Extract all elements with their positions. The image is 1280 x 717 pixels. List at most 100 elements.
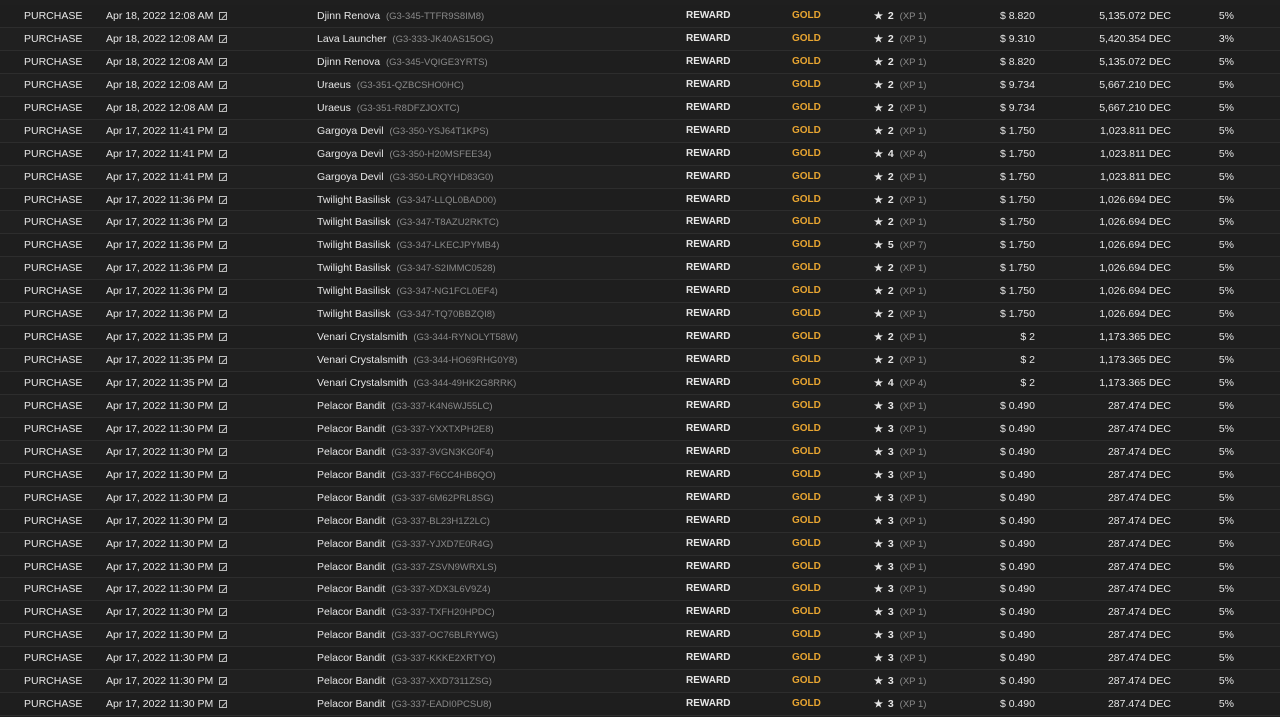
transaction-type: PURCHASE [24, 445, 83, 458]
card-name[interactable]: Pelacor Bandit [317, 698, 385, 710]
card-name[interactable]: Gargoya Devil [317, 171, 384, 183]
external-link-icon[interactable] [219, 700, 228, 709]
card-name[interactable]: Lava Launcher [317, 33, 386, 45]
card-name[interactable]: Djinn Renova [317, 56, 380, 68]
external-link-icon[interactable] [219, 562, 228, 571]
external-link-icon[interactable] [219, 195, 228, 204]
table-row: PURCHASE Apr 17, 2022 11:30 PM Pelacor B… [0, 624, 1280, 648]
foil-label: GOLD [792, 514, 821, 526]
external-link-icon[interactable] [219, 677, 228, 686]
external-link-icon[interactable] [219, 539, 228, 548]
card-name[interactable]: Twilight Basilisk [317, 285, 391, 297]
date-text: Apr 17, 2022 11:36 PM [106, 193, 214, 206]
external-link-icon[interactable] [219, 356, 228, 365]
foil-label: GOLD [792, 377, 821, 388]
external-link-icon[interactable] [219, 12, 228, 20]
card-name[interactable]: Gargoya Devil [317, 125, 384, 137]
card-name[interactable]: Venari Crystalsmith [317, 377, 407, 389]
fee-percent: 5% [1218, 606, 1234, 619]
external-link-icon[interactable] [219, 470, 228, 479]
level-value: 2 [887, 10, 894, 22]
price-dec: 287.474 DEC [1107, 445, 1171, 458]
card-name[interactable]: Djinn Renova [317, 10, 380, 22]
external-link-icon[interactable] [219, 447, 228, 456]
card-name[interactable]: Venari Crystalsmith [317, 331, 407, 343]
table-row: PURCHASE Apr 17, 2022 11:30 PM Pelacor B… [0, 578, 1280, 602]
edition-label: REWARD [686, 10, 731, 21]
transaction-type: PURCHASE [24, 491, 83, 504]
card-name[interactable]: Pelacor Bandit [317, 400, 385, 412]
table-row: PURCHASE Apr 17, 2022 11:35 PM Venari Cr… [0, 349, 1280, 372]
price-dec: 287.474 DEC [1107, 583, 1171, 596]
external-link-icon[interactable] [219, 264, 228, 273]
card-id: (G3-337-EADI0PCSU8) [391, 699, 492, 711]
edition-label: REWARD [686, 514, 731, 526]
card-name[interactable]: Twilight Basilisk [317, 239, 391, 251]
card-id: (G3-337-BL23H1Z2LC) [391, 515, 490, 527]
external-link-icon[interactable] [219, 333, 228, 342]
card-name[interactable]: Pelacor Bandit [317, 446, 385, 458]
card-cell: Pelacor Bandit (G3-337-3VGN3KG0F4) [317, 441, 494, 464]
external-link-icon[interactable] [219, 608, 228, 617]
external-link-icon[interactable] [219, 401, 228, 410]
price-dec: 287.474 DEC [1107, 422, 1171, 435]
transaction-date: Apr 17, 2022 11:35 PM [106, 326, 228, 348]
price-usd: $ 0.490 [999, 560, 1035, 573]
table-row: PURCHASE Apr 17, 2022 11:36 PM Twilight … [0, 234, 1280, 258]
external-link-icon[interactable] [219, 654, 228, 663]
external-link-icon[interactable] [219, 379, 228, 387]
card-name[interactable]: Pelacor Bandit [317, 515, 385, 527]
external-link-icon[interactable] [219, 57, 228, 66]
card-name[interactable]: Pelacor Bandit [317, 652, 385, 664]
level-value: 2 [887, 55, 894, 68]
external-link-icon[interactable] [219, 287, 228, 296]
external-link-icon[interactable] [219, 80, 228, 89]
card-cell: Djinn Renova (G3-345-VQIGE3YRTS) [317, 51, 488, 74]
external-link-icon[interactable] [219, 34, 228, 43]
card-name[interactable]: Uraeus [317, 79, 351, 91]
xp-value: (XP 1) [899, 194, 927, 206]
card-name[interactable]: Pelacor Bandit [317, 583, 385, 595]
card-name[interactable]: Uraeus [317, 102, 351, 114]
card-name[interactable]: Venari Crystalsmith [317, 354, 407, 366]
date-text: Apr 17, 2022 11:36 PM [106, 308, 214, 321]
external-link-icon[interactable] [219, 585, 228, 594]
external-link-icon[interactable] [219, 241, 228, 250]
card-name[interactable]: Gargoya Devil [317, 148, 384, 160]
card-name[interactable]: Pelacor Bandit [317, 561, 385, 573]
card-name[interactable]: Twilight Basilisk [317, 216, 391, 228]
card-name[interactable]: Pelacor Bandit [317, 469, 385, 481]
price-usd: $ 9.734 [999, 101, 1035, 114]
table-row: PURCHASE Apr 17, 2022 11:30 PM Pelacor B… [0, 440, 1280, 464]
card-name[interactable]: Pelacor Bandit [317, 423, 385, 435]
external-link-icon[interactable] [219, 516, 228, 525]
external-link-icon[interactable] [219, 172, 228, 181]
card-name[interactable]: Pelacor Bandit [317, 629, 385, 641]
external-link-icon[interactable] [219, 631, 228, 640]
card-name[interactable]: Pelacor Bandit [317, 538, 385, 550]
level-cell: ★ 2 (XP 1) [874, 120, 926, 143]
table-row: PURCHASE Apr 17, 2022 11:41 PM Gargoya D… [0, 119, 1280, 143]
transaction-date: Apr 17, 2022 11:30 PM [106, 464, 228, 486]
star-icon: ★ [874, 400, 883, 412]
external-link-icon[interactable] [219, 310, 228, 319]
card-name[interactable]: Pelacor Bandit [317, 675, 385, 687]
card-name[interactable]: Twilight Basilisk [317, 308, 391, 320]
fee-percent: 5% [1218, 285, 1234, 298]
card-cell: Pelacor Bandit (G3-337-OC76BLRYWG) [317, 624, 498, 647]
card-name[interactable]: Twilight Basilisk [317, 262, 391, 274]
external-link-icon[interactable] [219, 493, 228, 502]
card-name[interactable]: Twilight Basilisk [317, 194, 391, 206]
card-name[interactable]: Pelacor Bandit [317, 606, 385, 618]
star-icon: ★ [874, 538, 883, 550]
edition-label: REWARD [686, 239, 731, 251]
card-name[interactable]: Pelacor Bandit [317, 492, 385, 504]
card-cell: Gargoya Devil (G3-350-YSJ64T1KPS) [317, 120, 489, 143]
external-link-icon[interactable] [219, 218, 228, 227]
external-link-icon[interactable] [219, 149, 228, 158]
external-link-icon[interactable] [219, 103, 228, 112]
external-link-icon[interactable] [219, 126, 228, 135]
table-row: PURCHASE Apr 17, 2022 11:36 PM Twilight … [0, 257, 1280, 281]
external-link-icon[interactable] [219, 424, 228, 433]
edition-label: REWARD [686, 331, 731, 343]
